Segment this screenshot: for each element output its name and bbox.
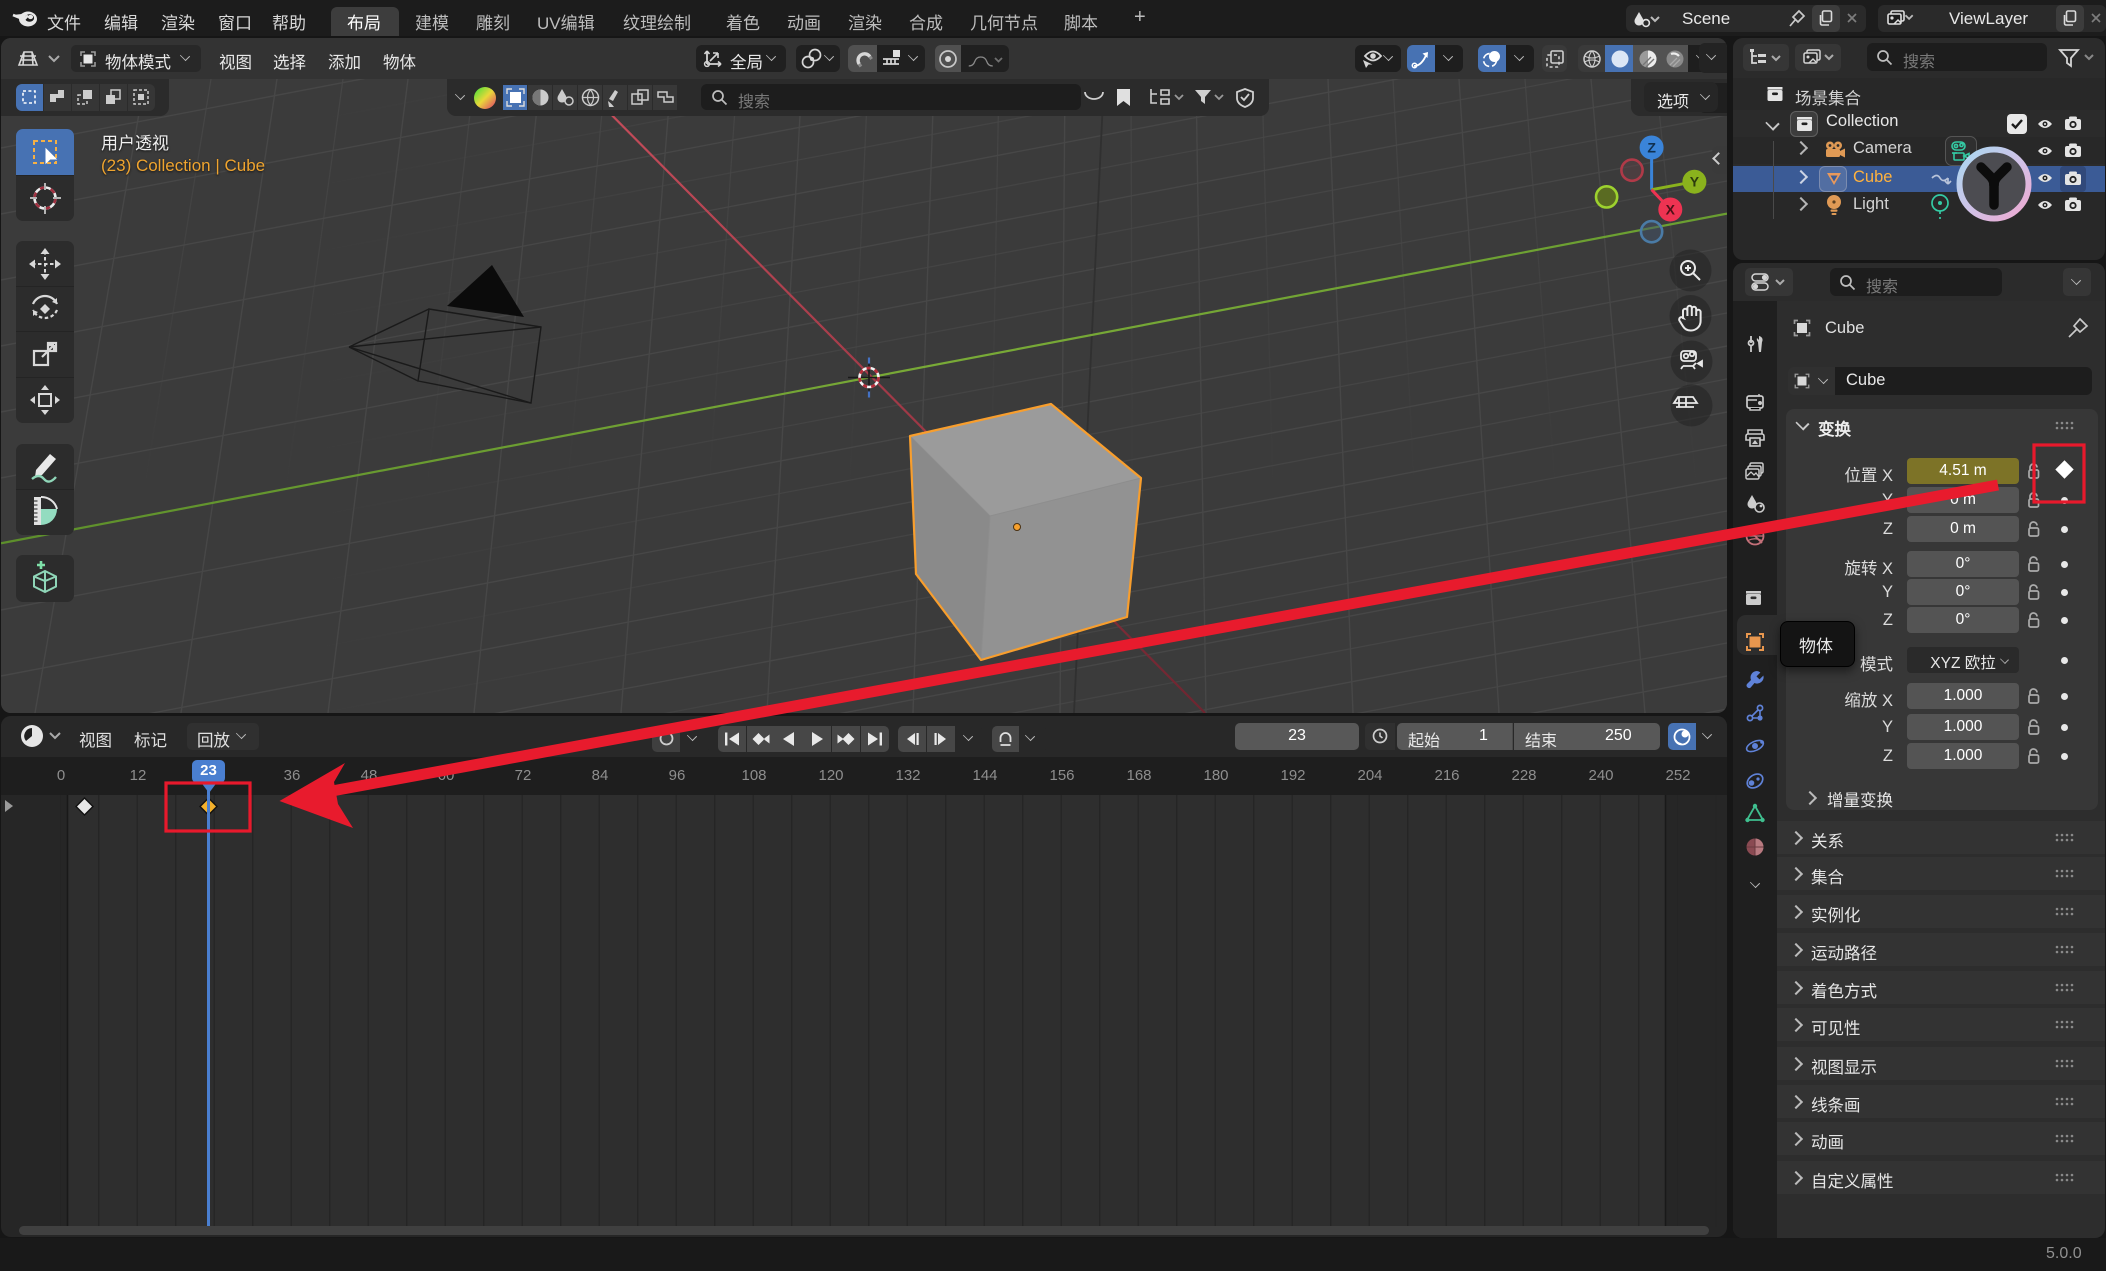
svg-text:Y: Y [1690,174,1700,190]
svg-text:X: X [1666,202,1676,218]
svg-text:Z: Z [1647,140,1656,156]
